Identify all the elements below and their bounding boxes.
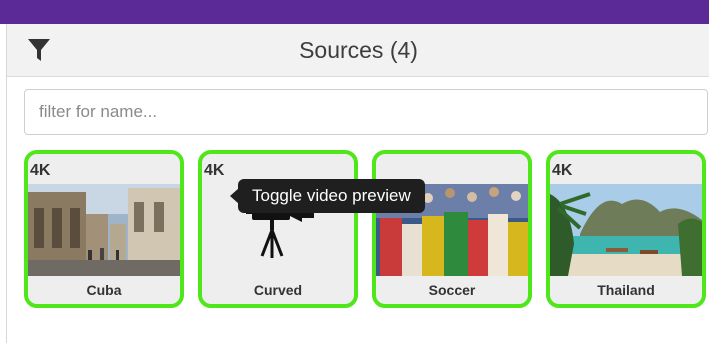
- sources-panel: Sources (4) 4K: [6, 24, 709, 343]
- sources-header: Sources (4): [7, 24, 709, 77]
- source-tile-thailand[interactable]: 4K Thailand: [546, 150, 706, 308]
- source-name: Curved: [253, 282, 303, 298]
- source-tile-cuba[interactable]: 4K Cuba: [24, 150, 184, 308]
- window-top-bar: [0, 0, 709, 24]
- source-tile-curved[interactable]: 4K Curved: [198, 150, 358, 308]
- resolution-badge: 4K: [30, 162, 51, 179]
- source-name: Cuba: [86, 282, 122, 298]
- sources-title: Sources (4): [299, 37, 418, 63]
- source-tile-soccer[interactable]: Soccer: [372, 150, 532, 308]
- toggle-preview-tooltip: Toggle video preview: [238, 179, 425, 213]
- source-name: Soccer: [428, 282, 476, 298]
- source-tiles: 4K Cuba 4K Curved Soccer 4K Thailand: [7, 150, 709, 315]
- filter-icon[interactable]: [27, 37, 51, 63]
- filter-name-input[interactable]: [24, 89, 708, 135]
- video-thumbnail-thailand[interactable]: [550, 184, 702, 276]
- source-name: Thailand: [597, 282, 655, 298]
- resolution-badge: 4K: [204, 162, 225, 179]
- resolution-badge: 4K: [552, 162, 573, 179]
- video-thumbnail-cuba[interactable]: [28, 184, 180, 276]
